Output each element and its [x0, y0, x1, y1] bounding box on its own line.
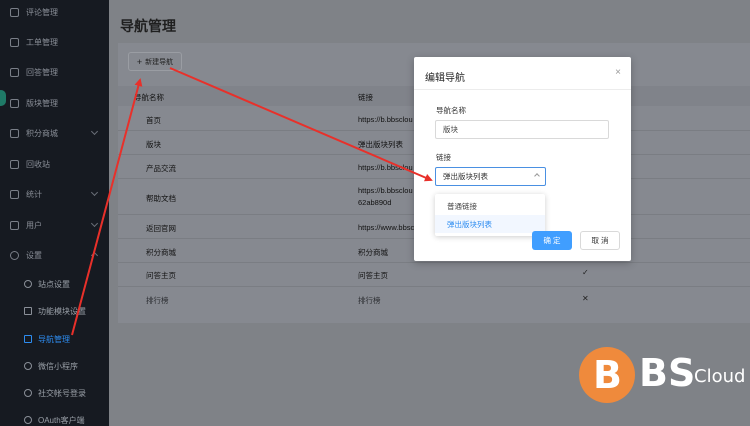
- sidebar-subitem-site-settings[interactable]: 站点设置: [0, 274, 109, 294]
- sidebar-subitem-label: OAuth客户端: [38, 415, 85, 425]
- table-row-name: 版块: [146, 140, 161, 149]
- column-header-name: 导航名称: [134, 93, 164, 102]
- sidebar-item-users[interactable]: 用户: [0, 215, 109, 235]
- table-row-link: 积分商城: [358, 248, 388, 257]
- link-type-dropdown: 普通链接 弹出版块列表: [435, 194, 545, 236]
- table-row-link: https://b.bbsclou: [358, 115, 413, 124]
- chevron-down-icon: [90, 188, 99, 197]
- row-divider: [118, 286, 750, 287]
- sidebar-item-label: 回收站: [26, 159, 50, 169]
- board-icon: [10, 98, 19, 108]
- column-header-link: 链接: [358, 93, 373, 102]
- user-icon: [10, 220, 19, 230]
- gear-icon: [10, 250, 19, 260]
- oauth-icon: [24, 416, 32, 424]
- comment-icon: [10, 7, 19, 17]
- sidebar-item-comments[interactable]: 评论管理: [0, 2, 109, 22]
- sidebar-item-settings[interactable]: 设置: [0, 245, 109, 265]
- table-row-name: 首页: [146, 116, 161, 125]
- sidebar-item-answers[interactable]: 回答管理: [0, 62, 109, 82]
- nav-name-input[interactable]: 版块: [435, 120, 609, 139]
- sidebar-item-trash[interactable]: 回收站: [0, 154, 109, 174]
- table-row-link: https://b.bbsclou: [358, 186, 413, 195]
- ticket-icon: [10, 37, 19, 47]
- points-icon: [10, 128, 19, 138]
- table-row-name: 产品交流: [146, 164, 176, 173]
- check-icon: ✓: [582, 268, 589, 277]
- option-normal-link[interactable]: 普通链接: [435, 197, 545, 215]
- sidebar-item-label: 工单管理: [26, 37, 58, 47]
- table-row-link-continued: 62ab890d: [358, 198, 392, 207]
- option-board-list-popup[interactable]: 弹出版块列表: [435, 215, 545, 233]
- logo-bs-text: BS: [639, 351, 696, 395]
- site-icon: [24, 280, 32, 288]
- sidebar-subitem-module-settings[interactable]: 功能模块设置: [0, 301, 109, 321]
- sidebar-subitem-label: 导航管理: [38, 334, 70, 344]
- link-label: 链接: [436, 153, 451, 162]
- sidebar: 评论管理 工单管理 回答管理 版块管理 积分商城 回收站 统计 用户 设置 站点…: [0, 0, 109, 426]
- sidebar-item-boards[interactable]: 版块管理: [0, 93, 109, 113]
- wechat-icon: [24, 362, 32, 370]
- cross-icon: ✕: [582, 294, 589, 303]
- nav-name-label: 导航名称: [436, 106, 466, 115]
- table-row-link: 弹出版块列表: [358, 140, 403, 149]
- close-icon[interactable]: ×: [615, 67, 621, 78]
- table-row-link: https://b.bbsclou: [358, 163, 413, 172]
- nav-icon: [24, 335, 32, 343]
- stats-icon: [10, 189, 19, 199]
- row-divider: [118, 262, 750, 263]
- table-row-name: 积分商城: [146, 248, 176, 257]
- sidebar-subitem-label: 功能模块设置: [38, 306, 86, 316]
- link-type-select[interactable]: 弹出版块列表: [435, 167, 546, 186]
- sidebar-item-label: 回答管理: [26, 67, 58, 77]
- table-row-name: 返回官网: [146, 224, 176, 233]
- sidebar-item-label: 积分商城: [26, 128, 58, 138]
- sidebar-item-label: 统计: [26, 189, 42, 199]
- answer-icon: [10, 67, 19, 77]
- table-row-name: 排行榜: [146, 296, 169, 305]
- sidebar-subitem-oauth[interactable]: OAuth客户端: [0, 410, 109, 426]
- chevron-down-icon: [90, 219, 99, 228]
- sidebar-item-label: 用户: [26, 220, 42, 230]
- trash-icon: [10, 159, 19, 169]
- sidebar-item-stats[interactable]: 统计: [0, 184, 109, 204]
- chevron-up-icon: [90, 251, 99, 260]
- plus-icon: +: [136, 56, 143, 67]
- dialog-title: 编辑导航: [425, 73, 465, 84]
- table-row-name: 问答主页: [146, 271, 176, 280]
- sidebar-item-tickets[interactable]: 工单管理: [0, 32, 109, 52]
- new-nav-button-label: 新建导航: [145, 58, 174, 66]
- cancel-button[interactable]: 取 消: [580, 231, 620, 250]
- confirm-button[interactable]: 确 定: [532, 231, 572, 250]
- sidebar-subitem-social-login[interactable]: 社交帐号登录: [0, 383, 109, 403]
- table-row-link: 问答主页: [358, 271, 388, 280]
- sidebar-item-label: 版块管理: [26, 98, 58, 108]
- sidebar-item-points-mall[interactable]: 积分商城: [0, 123, 109, 143]
- bbscloud-logo: B BS Cloud: [579, 347, 746, 405]
- logo-cloud-text: Cloud: [694, 366, 746, 387]
- table-row-link: 排行榜: [358, 296, 381, 305]
- sidebar-item-label: 评论管理: [26, 7, 58, 17]
- sidebar-subitem-label: 微信小程序: [38, 361, 78, 371]
- page-title: 导航管理: [120, 18, 176, 34]
- table-row-name: 帮助文档: [146, 194, 176, 203]
- chevron-down-icon: [90, 127, 99, 136]
- dialog-divider: [414, 89, 631, 90]
- new-nav-button[interactable]: + 新建导航: [128, 52, 182, 71]
- table-row-link: https://www.bbsc: [358, 223, 415, 232]
- sidebar-subitem-label: 社交帐号登录: [38, 388, 86, 398]
- social-icon: [24, 389, 32, 397]
- sidebar-subitem-label: 站点设置: [38, 279, 70, 289]
- sidebar-subitem-nav-management[interactable]: 导航管理: [0, 329, 109, 349]
- link-type-value: 弹出版块列表: [443, 172, 488, 181]
- chevron-up-icon: [534, 173, 540, 179]
- module-icon: [24, 307, 32, 315]
- sidebar-subitem-wechat[interactable]: 微信小程序: [0, 356, 109, 376]
- sidebar-item-label: 设置: [26, 250, 42, 260]
- logo-letter-b: B: [593, 353, 622, 397]
